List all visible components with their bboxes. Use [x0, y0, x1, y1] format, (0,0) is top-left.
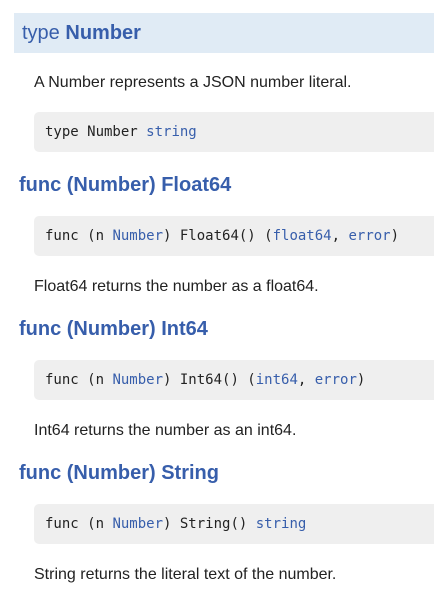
type-description: A Number represents a JSON number litera… — [34, 74, 352, 91]
method-int64-code-block: func (n Number) Int64() (int64, error) — [34, 360, 434, 400]
type-name[interactable]: Number — [65, 22, 141, 44]
method-string-title[interactable]: func (Number) String — [19, 462, 219, 485]
type-number-heading: type Number — [14, 13, 434, 53]
method-float64-title[interactable]: func (Number) Float64 — [19, 174, 231, 197]
code-text: func (n — [45, 372, 113, 388]
method-float64-description: Float64 returns the number as a float64. — [34, 278, 319, 295]
method-string-code-block: func (n Number) String() string — [34, 504, 434, 544]
error-type-link[interactable]: error — [315, 372, 357, 388]
method-float64-code-block: func (n Number) Float64() (float64, erro… — [34, 216, 434, 256]
receiver-type-link[interactable]: Number — [112, 228, 163, 244]
code-text: ) Int64() ( — [163, 372, 256, 388]
type-code-block: type Number string — [34, 112, 434, 152]
receiver-type-link[interactable]: Number — [112, 372, 163, 388]
error-type-link[interactable]: error — [348, 228, 390, 244]
return-type-link[interactable]: int64 — [256, 372, 298, 388]
method-int64-title[interactable]: func (Number) Int64 — [19, 318, 208, 341]
method-int64-description: Int64 returns the number as an int64. — [34, 422, 297, 439]
code-text: , — [297, 372, 315, 388]
code-text: type Number — [45, 124, 147, 140]
return-type-link[interactable]: float64 — [273, 228, 332, 244]
code-text: ) — [356, 372, 366, 388]
code-text: ) — [390, 228, 400, 244]
type-keyword: type — [22, 22, 60, 44]
code-text: func (n — [45, 516, 113, 532]
method-string-description: String returns the literal text of the n… — [34, 566, 337, 583]
code-text: , — [331, 228, 349, 244]
return-type-link[interactable]: string — [256, 516, 307, 532]
code-text: ) String() — [163, 516, 256, 532]
code-text: func (n — [45, 228, 113, 244]
type-underlying-link[interactable]: string — [146, 124, 197, 140]
receiver-type-link[interactable]: Number — [112, 516, 163, 532]
code-text: ) Float64() ( — [163, 228, 273, 244]
